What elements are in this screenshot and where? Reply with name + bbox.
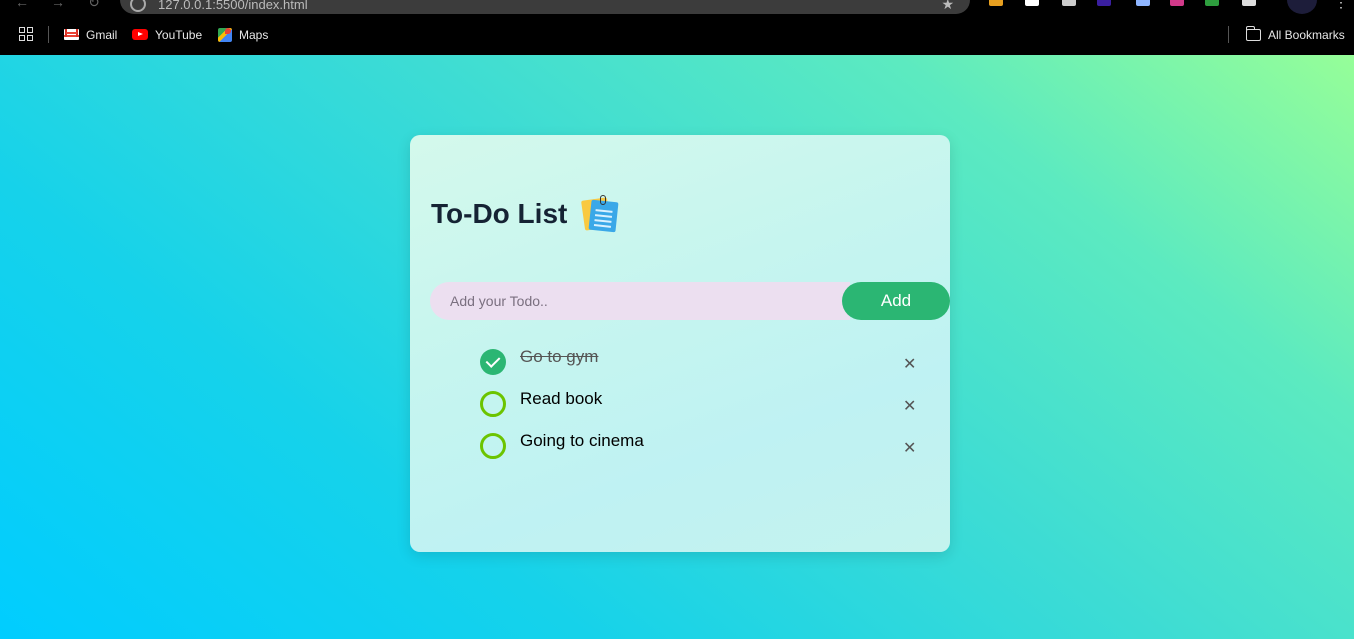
extension-icon[interactable] (1062, 0, 1076, 6)
all-bookmarks-button[interactable]: All Bookmarks (1245, 25, 1345, 43)
delete-icon[interactable]: ✕ (903, 357, 916, 373)
todo-item[interactable]: Read book ✕ (480, 387, 920, 429)
bookmark-star-icon[interactable]: ★ (941, 0, 954, 13)
todo-card: To-Do List Add Go to gym ✕ Read book (410, 135, 950, 552)
gmail-icon (64, 29, 79, 40)
bookmark-label: YouTube (155, 27, 203, 42)
maps-icon (218, 27, 232, 42)
address-url[interactable]: 127.0.0.1:5500/index.html (158, 0, 308, 12)
todo-list: Go to gym ✕ Read book ✕ Going to cinema … (480, 345, 920, 471)
profile-avatar[interactable] (1287, 0, 1317, 14)
folder-icon (1245, 25, 1261, 41)
extension-icon[interactable] (1025, 0, 1039, 6)
back-icon[interactable]: ← (14, 0, 30, 10)
reload-icon[interactable]: ↻ (86, 0, 102, 10)
todo-input[interactable] (430, 282, 850, 320)
bookmarks-bar: Gmail YouTube Maps All Bookmarks (0, 14, 1354, 55)
unchecked-icon[interactable] (480, 433, 506, 459)
apps-grid-icon[interactable] (19, 27, 33, 41)
extension-icon[interactable] (1205, 0, 1219, 6)
extension-icon[interactable] (989, 0, 1003, 6)
title-row: To-Do List (431, 195, 619, 233)
todo-item[interactable]: Go to gym ✕ (480, 345, 920, 387)
bookmark-maps[interactable]: Maps (218, 26, 268, 43)
bookmark-youtube[interactable]: YouTube (132, 26, 202, 43)
bookmark-gmail[interactable]: Gmail (64, 26, 117, 43)
bookmark-label: Gmail (86, 27, 118, 42)
add-todo-row: Add (430, 282, 950, 320)
todo-item[interactable]: Going to cinema ✕ (480, 429, 920, 471)
bookmarks-divider (1228, 26, 1229, 43)
extension-icon[interactable] (1097, 0, 1111, 6)
page-title: To-Do List (431, 198, 568, 229)
browser-toolbar: ← → ↻ 127.0.0.1:5500/index.html ★ ⋮ (0, 0, 1354, 14)
delete-icon[interactable]: ✕ (903, 441, 916, 457)
extension-icon[interactable] (1242, 0, 1256, 6)
unchecked-icon[interactable] (480, 391, 506, 417)
bookmark-label: Maps (239, 27, 269, 42)
extension-icon[interactable] (1170, 0, 1184, 6)
all-bookmarks-label: All Bookmarks (1268, 27, 1345, 42)
delete-icon[interactable]: ✕ (903, 399, 916, 415)
checked-icon[interactable] (480, 349, 506, 375)
forward-icon[interactable]: → (50, 0, 66, 10)
site-info-icon[interactable] (130, 0, 146, 12)
youtube-icon (132, 29, 148, 40)
page-background: To-Do List Add Go to gym ✕ Read book (0, 55, 1354, 639)
menu-kebab-icon[interactable]: ⋮ (1334, 0, 1348, 11)
bookmarks-divider (48, 26, 49, 43)
todo-text[interactable]: Read book (520, 389, 602, 409)
add-button[interactable]: Add (842, 282, 950, 320)
extension-icon[interactable] (1136, 0, 1150, 6)
todo-text[interactable]: Going to cinema (520, 431, 644, 451)
notepad-icon (581, 195, 619, 233)
todo-text[interactable]: Go to gym (520, 347, 598, 367)
address-bar[interactable]: 127.0.0.1:5500/index.html ★ (120, 0, 970, 14)
